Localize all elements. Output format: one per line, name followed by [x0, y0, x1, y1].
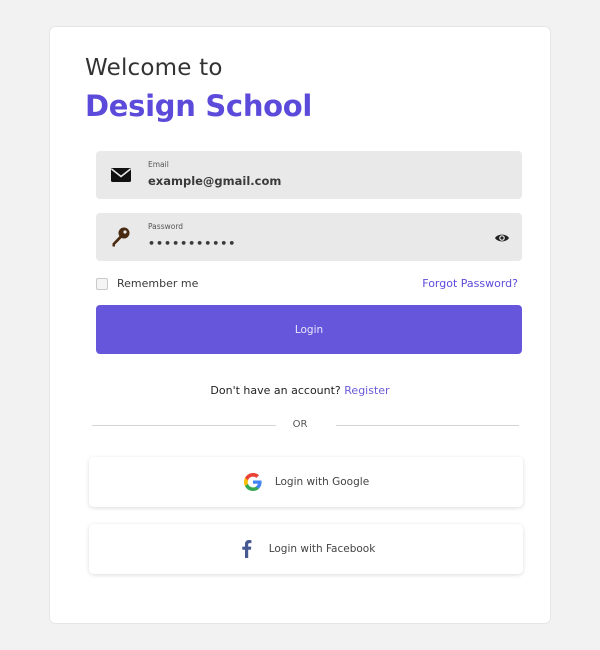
- signup-prompt: Don't have an account? Register: [50, 384, 550, 397]
- remember-me-checkbox[interactable]: [96, 277, 108, 290]
- email-label: Email: [148, 160, 169, 169]
- google-login-label: Login with Google: [274, 476, 370, 488]
- eye-icon[interactable]: [494, 230, 510, 244]
- welcome-heading: Welcome to: [85, 55, 223, 81]
- forgot-password-link[interactable]: Forgot Password?: [422, 277, 518, 290]
- email-field[interactable]: Email example@gmail.com: [96, 151, 522, 199]
- remember-me-option[interactable]: Remember me: [96, 277, 198, 290]
- register-link[interactable]: Register: [344, 384, 389, 397]
- key-icon: [110, 226, 132, 248]
- brand-title: Design School: [85, 89, 313, 123]
- envelope-icon: [110, 164, 132, 186]
- login-card: Welcome to Design School Email example@g…: [49, 26, 551, 624]
- email-input[interactable]: example@gmail.com: [148, 174, 281, 188]
- facebook-icon: [237, 539, 257, 559]
- signup-text: Don't have an account?: [210, 384, 341, 397]
- google-icon: [243, 472, 263, 492]
- password-field[interactable]: Password •••••••••••: [96, 213, 522, 261]
- divider-line-right: [336, 425, 519, 426]
- google-login-button[interactable]: Login with Google: [89, 457, 523, 507]
- facebook-login-button[interactable]: Login with Facebook: [89, 524, 523, 574]
- password-label: Password: [148, 222, 184, 231]
- facebook-login-label: Login with Facebook: [268, 543, 376, 555]
- login-button[interactable]: Login: [96, 305, 522, 354]
- password-input[interactable]: •••••••••••: [148, 237, 236, 250]
- remember-me-label: Remember me: [117, 277, 199, 290]
